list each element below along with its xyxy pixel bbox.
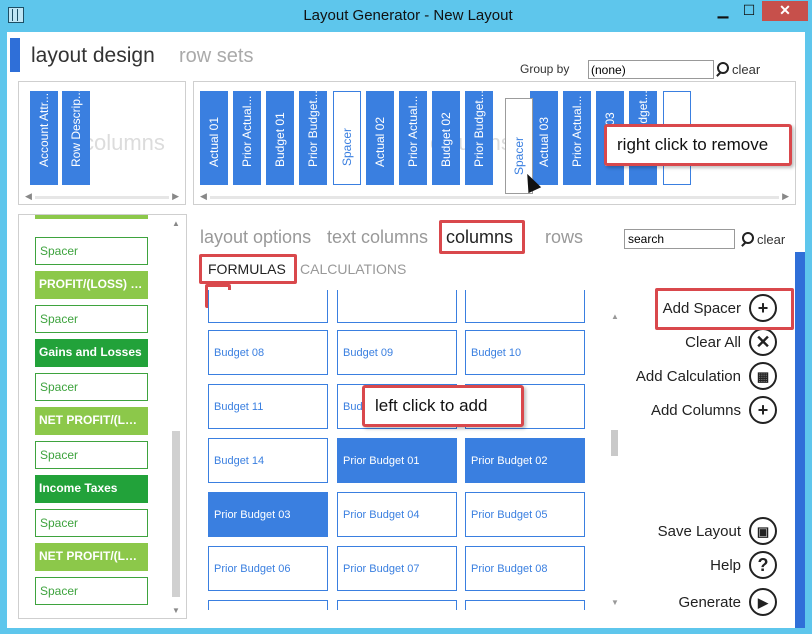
title-bar: Layout Generator - New Layout ▁ ☐ ✕ — [0, 0, 812, 32]
help-icon: ? — [749, 551, 777, 579]
formula-tile[interactable] — [465, 600, 585, 610]
search-icon[interactable] — [715, 62, 729, 76]
action-label: Add Calculation — [635, 367, 741, 385]
column-tile[interactable]: Actual 02 — [366, 91, 394, 185]
row-spacer-item[interactable]: Spacer — [35, 237, 148, 265]
row-item[interactable]: Income Taxes — [35, 475, 148, 503]
formula-tile[interactable]: Prior Budget 08 — [465, 546, 585, 591]
formula-tile[interactable]: Prior Budget 07 — [337, 546, 457, 591]
formula-tile[interactable] — [337, 290, 457, 323]
formula-tile[interactable]: Budget 14 — [208, 438, 328, 483]
formulas-highlight — [199, 254, 297, 284]
column-tile[interactable]: Prior Actual... — [563, 91, 591, 185]
formula-tile[interactable]: Budget 09 — [337, 330, 457, 375]
row-list-scrollbar[interactable]: ▲ ▼ — [171, 219, 181, 615]
formula-tile[interactable] — [208, 290, 328, 323]
right-click-callout: right click to remove — [604, 124, 792, 166]
search-input[interactable] — [624, 229, 735, 249]
action-label: Clear All — [685, 333, 741, 351]
action-label: Save Layout — [657, 522, 741, 540]
search-icon[interactable] — [740, 232, 754, 246]
tab-text-columns[interactable]: text columns — [327, 227, 428, 248]
formula-tile[interactable]: Prior Budget 03 — [208, 492, 328, 537]
window-title: Layout Generator - New Layout — [303, 7, 513, 24]
row-item[interactable]: Gains and Losses — [35, 339, 148, 367]
row-item[interactable]: NET PROFIT/(LO... — [35, 543, 148, 571]
column-tile[interactable]: Budget 01 — [266, 91, 294, 185]
action-label: Help — [710, 556, 741, 574]
main-window: layout design row sets Group by clear co… — [7, 32, 805, 628]
columns-highlight — [439, 220, 525, 254]
column-tile[interactable]: Prior Actual... — [233, 91, 261, 185]
formula-tile[interactable]: Budget 11 — [208, 384, 328, 429]
columns-watermark: columns — [83, 130, 165, 155]
formula-tile[interactable]: Prior Budget 06 — [208, 546, 328, 591]
left-click-callout: left click to add — [362, 385, 524, 427]
column-tile[interactable]: Prior Budget... — [299, 90, 327, 185]
spacer-tile[interactable]: Spacer — [333, 91, 361, 185]
fixed-columns-scrollbar[interactable]: ◀ ▶ — [25, 191, 179, 201]
close-button[interactable]: ✕ — [762, 1, 808, 21]
side-accent-rail — [795, 252, 805, 628]
grid-scroll-down[interactable]: ▼ — [611, 598, 619, 607]
row-list-panel: Spacer PROFIT/(LOSS) B... Spacer Gains and … — [18, 214, 187, 619]
formula-tile[interactable]: Budget 10 — [465, 330, 585, 375]
column-tile[interactable]: Actual 03 — [530, 91, 558, 185]
formula-tile[interactable]: Prior Budget 04 — [337, 492, 457, 537]
formula-tile[interactable] — [337, 600, 457, 610]
calculator-icon: ▦ — [749, 362, 777, 390]
search-clear-link[interactable]: clear — [757, 232, 785, 247]
formula-tile[interactable]: Budget 08 — [208, 330, 328, 375]
add-calculation-button[interactable]: Add Calculation ▦ — [636, 361, 777, 391]
column-tile[interactable]: Prior Actual... — [399, 91, 427, 185]
row-spacer-item[interactable]: Spacer — [35, 509, 148, 537]
accent-bar — [10, 38, 20, 72]
save-icon: ▣ — [749, 517, 777, 545]
column-tile[interactable]: Prior Budget... — [465, 90, 493, 185]
minimize-button[interactable]: ▁ — [710, 1, 736, 21]
formula-tile[interactable]: Prior Budget 05 — [465, 492, 585, 537]
group-by-clear-link[interactable]: clear — [732, 62, 760, 77]
tab-calculations[interactable]: CALCULATIONS — [300, 261, 406, 277]
group-by-label: Group by — [520, 62, 570, 76]
action-label: Generate — [678, 593, 741, 611]
generate-button[interactable]: Generate ▶ — [678, 587, 777, 617]
help-button[interactable]: Help? — [710, 550, 777, 580]
formula-tile[interactable] — [465, 290, 585, 323]
column-tile[interactable]: Row Descrip... — [62, 89, 90, 185]
list-item[interactable] — [35, 215, 148, 219]
row-spacer-item[interactable]: Spacer — [35, 577, 148, 605]
tab-layout-design[interactable]: layout design — [31, 44, 155, 68]
fixed-columns-panel: columns Account Attr... Row Descrip... ◀… — [18, 81, 186, 205]
add-spacer-highlight — [655, 288, 794, 330]
column-tile[interactable]: Actual 01 — [200, 91, 228, 185]
tab-rows[interactable]: rows — [545, 227, 583, 248]
plus-icon: + — [749, 396, 777, 424]
tab-row-sets[interactable]: row sets — [179, 45, 253, 68]
grid-scroll-up[interactable]: ▲ — [611, 312, 619, 321]
formula-tile[interactable] — [208, 600, 328, 610]
column-tile[interactable]: Account Attr... — [30, 91, 58, 185]
x-circle-icon: ✕ — [749, 328, 777, 356]
formula-tile[interactable]: Prior Budget 02 — [465, 438, 585, 483]
row-spacer-item[interactable]: Spacer — [35, 441, 148, 469]
action-label: Add Columns — [650, 401, 741, 419]
column-tile[interactable]: Budget 02 — [432, 91, 460, 185]
maximize-button[interactable]: ☐ — [736, 1, 762, 21]
row-item[interactable]: NET PROFIT/(LO... — [35, 407, 148, 435]
add-columns-button[interactable]: Add Columns + — [651, 395, 777, 425]
play-icon: ▶ — [749, 588, 777, 616]
save-layout-button[interactable]: Save Layout ▣ — [658, 516, 777, 546]
selected-columns-scrollbar[interactable]: ◀ ▶ — [200, 191, 789, 201]
row-spacer-item[interactable]: Spacer — [35, 373, 148, 401]
formula-tile[interactable]: Prior Budget 01 — [337, 438, 457, 483]
clear-all-button[interactable]: Clear All ✕ — [685, 327, 777, 357]
row-spacer-item[interactable]: Spacer — [35, 305, 148, 333]
grid-scrollbar-thumb[interactable] — [611, 430, 618, 456]
group-by-input[interactable] — [588, 60, 714, 79]
tab-layout-options[interactable]: layout options — [200, 227, 311, 248]
row-item[interactable]: PROFIT/(LOSS) B... — [35, 271, 148, 299]
